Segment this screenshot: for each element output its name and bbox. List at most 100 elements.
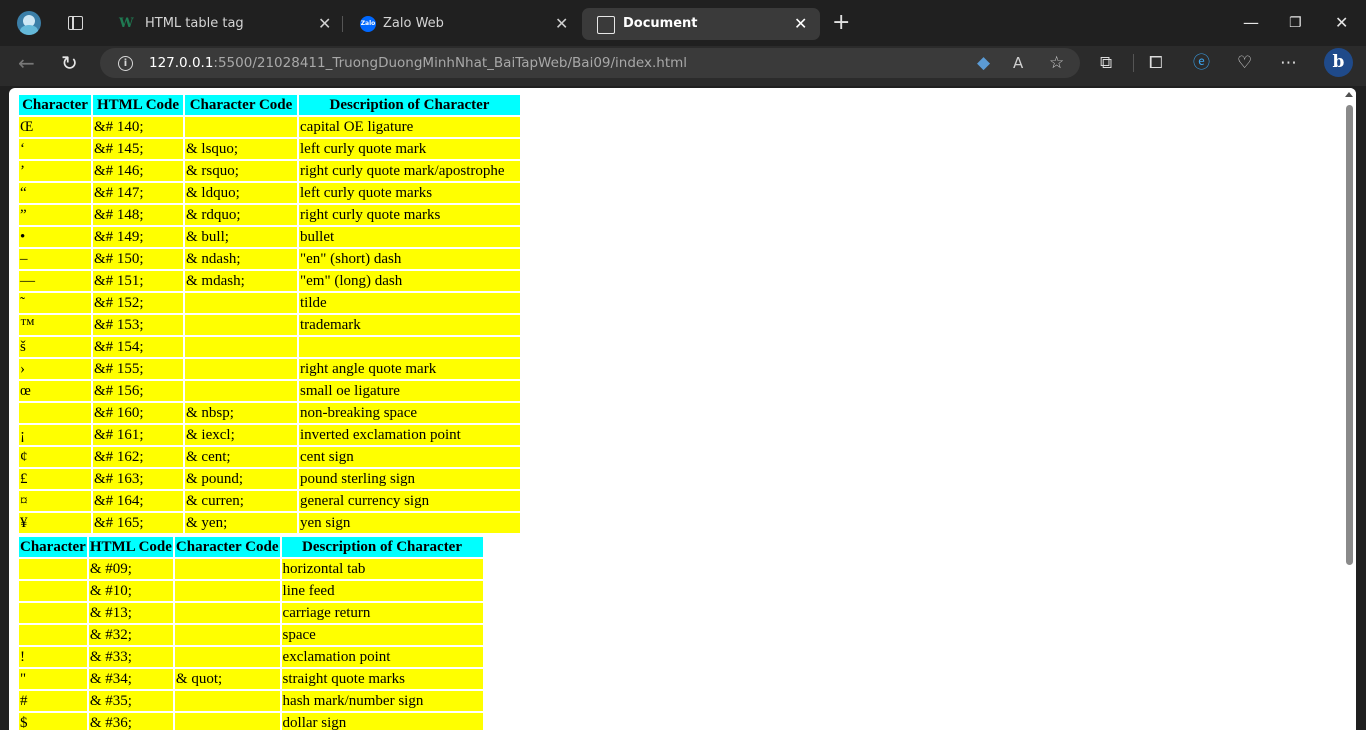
table-cell: & yen; <box>185 513 297 533</box>
table-cell: right curly quote marks <box>299 205 520 225</box>
table-cell <box>19 581 87 601</box>
browser-essentials-icon[interactable]: ♡ <box>1237 53 1252 73</box>
table-row: ’ &# 146; & rsquo; right curly quote mark/a… <box>19 161 520 181</box>
extensions-icon[interactable]: ⧉ <box>1100 53 1112 73</box>
table-cell: ” <box>19 205 91 225</box>
table-cell: & #33; <box>88 647 173 667</box>
scrollbar[interactable] <box>1342 88 1356 730</box>
table-cell <box>174 691 280 711</box>
favorite-star-icon[interactable]: ☆ <box>1049 53 1064 73</box>
table-cell: š <box>19 337 91 357</box>
close-tab-icon[interactable]: ✕ <box>318 14 331 34</box>
table-cell: # <box>19 691 87 711</box>
column-header: Character <box>19 95 91 115</box>
character-table-2: Character HTML Code Character Code Descript… <box>17 535 485 730</box>
site-info-icon[interactable]: i <box>118 56 133 71</box>
close-window-icon[interactable]: ✕ <box>1335 10 1348 36</box>
table-cell: ˜ <box>19 293 91 313</box>
table-row: # & #35; hash mark/number sign <box>19 691 483 711</box>
table-cell <box>174 713 280 730</box>
table-cell: &# 156; <box>93 381 183 401</box>
restore-icon[interactable]: ❐ <box>1289 10 1302 36</box>
tab-html-table-tag[interactable]: W HTML table tag ✕ <box>104 8 340 40</box>
table-row: ™ &# 153; trademark <box>19 315 520 335</box>
table-cell: • <box>19 227 91 247</box>
tab-zalo-web[interactable]: Zalo Zalo Web ✕ <box>345 8 575 40</box>
close-tab-icon[interactable]: ✕ <box>555 14 568 34</box>
table-cell: &# 149; <box>93 227 183 247</box>
table-row: & #09; horizontal tab <box>19 559 483 579</box>
table-cell: line feed <box>281 581 483 601</box>
minimize-icon[interactable]: — <box>1243 10 1259 36</box>
coupon-tag-icon[interactable]: ◆ <box>977 53 990 73</box>
column-header: Description of Character <box>281 537 483 557</box>
table-cell <box>19 625 87 645</box>
edge-icon[interactable]: ⓔ <box>1193 53 1210 73</box>
table-cell <box>185 117 297 137</box>
table-cell <box>174 647 280 667</box>
table-cell <box>19 603 87 623</box>
table-cell <box>185 337 297 357</box>
w3schools-icon: W <box>119 16 134 31</box>
new-tab-icon[interactable]: + <box>832 10 850 36</box>
table-cell: & cent; <box>185 447 297 467</box>
table-row: ¡ &# 161; & iexcl; inverted exclamation poi… <box>19 425 520 445</box>
toolbar-separator <box>1133 54 1134 72</box>
back-icon[interactable]: ← <box>18 53 35 73</box>
close-tab-icon[interactable]: ✕ <box>794 14 807 34</box>
scroll-up-arrow-icon[interactable] <box>1345 92 1353 97</box>
read-aloud-icon[interactable]: A <box>1013 53 1023 73</box>
table-cell: & #09; <box>88 559 173 579</box>
url-text[interactable]: 127.0.0.1:5500/21028411_TruongDuongMinhN… <box>149 55 687 71</box>
table-row: • &# 149; & bull; bullet <box>19 227 520 247</box>
tab-document[interactable]: Document ✕ <box>582 8 820 40</box>
table-cell: — <box>19 271 91 291</box>
collections-icon[interactable]: ⧠ <box>1149 53 1163 73</box>
table-row: $ & #36; dollar sign <box>19 713 483 730</box>
table-cell: hash mark/number sign <box>281 691 483 711</box>
table-cell: space <box>281 625 483 645</box>
profile-avatar-icon[interactable] <box>17 11 41 35</box>
table-row: œ &# 156; small oe ligature <box>19 381 520 401</box>
column-header: HTML Code <box>93 95 183 115</box>
table-row: & #32; space <box>19 625 483 645</box>
table-cell <box>19 403 91 423</box>
table-cell: & rsquo; <box>185 161 297 181</box>
table-row: ‘&# 145; & lsquo; left curly quote mark <box>19 139 520 159</box>
table-cell <box>174 625 280 645</box>
table-row: – &# 150; & ndash; "en" (short) dash <box>19 249 520 269</box>
table-cell: &# 162; <box>93 447 183 467</box>
tab-title: Document <box>623 16 698 31</box>
table-cell: dollar sign <box>281 713 483 730</box>
table-cell: &# 140; <box>93 117 183 137</box>
table-cell: &# 165; <box>93 513 183 533</box>
table-cell: &# 163; <box>93 469 183 489</box>
table-row: " & #34; & quot; straight quote marks <box>19 669 483 689</box>
table-cell: ‘ <box>19 139 91 159</box>
scrollbar-thumb[interactable] <box>1346 105 1353 565</box>
table-cell <box>185 359 297 379</box>
table-cell: &# 152; <box>93 293 183 313</box>
table-cell: &# 148; <box>93 205 183 225</box>
table-cell: ™ <box>19 315 91 335</box>
table-row: ¢ &# 162; & cent; cent sign <box>19 447 520 467</box>
table-cell: &# 145; <box>93 139 183 159</box>
table-cell: &# 153; <box>93 315 183 335</box>
table-row: ! & #33; exclamation point <box>19 647 483 667</box>
table-row: & #13; carriage return <box>19 603 483 623</box>
table-row: ˜ &# 152; tilde <box>19 293 520 313</box>
bing-copilot-icon[interactable]: b <box>1324 48 1353 77</box>
workspaces-icon[interactable] <box>68 16 83 30</box>
refresh-icon[interactable]: ↻ <box>61 53 78 73</box>
table-row: ¥ &# 165; & yen; yen sign <box>19 513 520 533</box>
more-options-icon[interactable]: ⋯ <box>1280 53 1297 73</box>
table-cell: &# 150; <box>93 249 183 269</box>
table-cell <box>299 337 520 357</box>
page-content: Character HTML Code Character Code Descript… <box>17 95 522 730</box>
table-row: › &# 155; right angle quote mark <box>19 359 520 379</box>
table-row: — &# 151; & mdash; "em" (long) dash <box>19 271 520 291</box>
table-cell: &# 161; <box>93 425 183 445</box>
tab-title: Zalo Web <box>383 16 444 31</box>
table-cell <box>174 603 280 623</box>
header-row: Character HTML Code Character Code Descript… <box>19 95 520 115</box>
